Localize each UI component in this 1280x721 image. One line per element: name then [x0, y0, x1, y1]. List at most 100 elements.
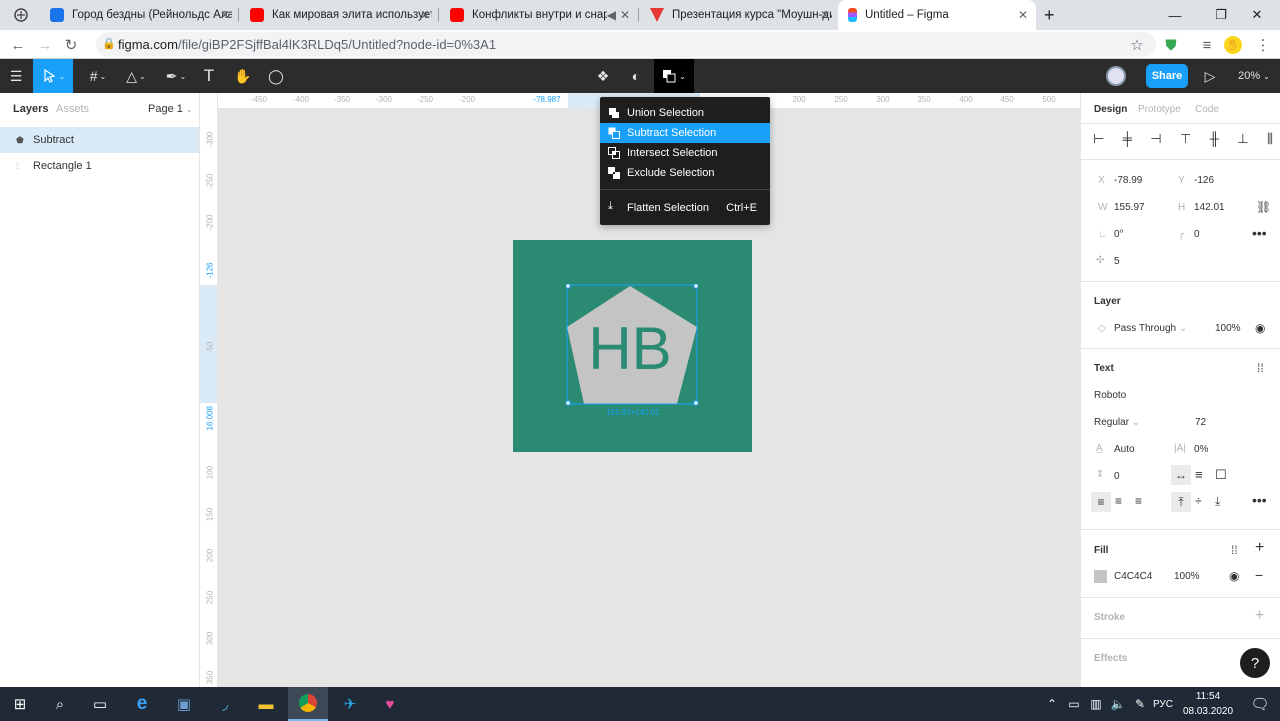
app-swoosh-icon[interactable]: ◞: [205, 687, 245, 721]
reload-icon[interactable]: ↻: [60, 34, 82, 56]
pen-icon[interactable]: ✎: [1128, 687, 1152, 721]
blend-mode-select[interactable]: Pass Through ⌄: [1114, 323, 1187, 334]
browser-tab-4[interactable]: Презентация курса "Моушн-ди ✕: [640, 0, 838, 30]
resize-handle[interactable]: [566, 400, 571, 406]
browser-menu-icon[interactable]: [0, 0, 36, 30]
zoom-level[interactable]: 20% ⌄: [1232, 59, 1276, 93]
profile-avatar[interactable]: ✋: [1224, 36, 1242, 54]
layer-row-rectangle[interactable]: ⁞ Rectangle 1: [0, 153, 199, 179]
edge-icon[interactable]: e: [122, 687, 162, 721]
main-menu-icon[interactable]: ☰: [4, 59, 28, 93]
align-left-icon[interactable]: ⊢: [1093, 131, 1104, 147]
fill-visibility-eye-icon[interactable]: ◉: [1229, 569, 1239, 583]
constrain-proportions-icon[interactable]: ⛓: [1256, 200, 1271, 214]
font-size-input[interactable]: 72: [1195, 417, 1206, 428]
rotation-input[interactable]: 0°: [1114, 229, 1124, 240]
browser-tab-1[interactable]: Город бездны (Рейнольдс Алас ✕: [40, 0, 238, 30]
battery-icon[interactable]: ▭: [1062, 687, 1086, 721]
close-tab-icon[interactable]: ✕: [820, 8, 830, 22]
resize-handle[interactable]: [693, 284, 698, 289]
align-right-icon[interactable]: ⊣: [1150, 131, 1161, 147]
layer-opacity-input[interactable]: 100%: [1215, 323, 1241, 334]
comment-tool-icon[interactable]: ◯: [265, 59, 287, 93]
hand-tool-icon[interactable]: ✋: [232, 59, 254, 93]
user-avatar[interactable]: [1104, 59, 1128, 93]
align-bottom-icon[interactable]: ⊥: [1237, 131, 1248, 147]
menu-item-intersect[interactable]: Intersect Selection: [600, 143, 770, 163]
tray-chevron-icon[interactable]: ⌃: [1040, 687, 1064, 721]
tab-assets[interactable]: Assets: [56, 103, 89, 115]
language-indicator[interactable]: РУС: [1150, 687, 1176, 721]
font-family-select[interactable]: Roboto: [1094, 390, 1126, 401]
align-top-icon[interactable]: ⊤: [1180, 131, 1191, 147]
url-field[interactable]: 🔒 figma.com/file/giBP2FSjffBal4lK3RLDq5/…: [96, 32, 1156, 57]
tab-layers[interactable]: Layers: [13, 103, 48, 115]
fill-color-swatch[interactable]: [1094, 570, 1107, 583]
menu-item-exclude[interactable]: Exclude Selection: [600, 163, 770, 183]
align-center-icon[interactable]: ╪: [1123, 131, 1132, 147]
tab-prototype[interactable]: Prototype: [1138, 104, 1181, 115]
share-button[interactable]: Share: [1146, 64, 1188, 88]
close-tab-icon[interactable]: ✕: [1018, 8, 1028, 22]
close-tab-icon[interactable]: ✕: [220, 8, 230, 22]
figma-app-icon[interactable]: ♥: [370, 687, 410, 721]
subtract-shape[interactable]: HB: [566, 284, 698, 406]
tab-code[interactable]: Code: [1195, 104, 1219, 115]
menu-item-subtract[interactable]: Subtract Selection: [600, 123, 770, 143]
network-icon[interactable]: ▥: [1084, 687, 1108, 721]
close-window-button[interactable]: ✕: [1234, 0, 1280, 30]
letter-spacing-input[interactable]: 0%: [1194, 444, 1208, 455]
radius-input[interactable]: 0: [1194, 229, 1200, 240]
line-height-input[interactable]: Auto: [1114, 444, 1135, 455]
help-button[interactable]: ?: [1240, 648, 1270, 678]
pen-tool-icon[interactable]: ✒ ⌄: [158, 59, 194, 93]
paragraph-spacing-input[interactable]: 0: [1114, 471, 1120, 482]
menu-item-flatten[interactable]: ⤓ Flatten Selection Ctrl+E: [600, 198, 770, 218]
remove-fill-icon[interactable]: −: [1255, 567, 1263, 583]
search-icon[interactable]: ⌕: [40, 687, 80, 721]
h-input[interactable]: 142.01: [1194, 202, 1225, 213]
add-fill-icon[interactable]: +: [1255, 539, 1264, 557]
x-input[interactable]: -78.99: [1114, 175, 1142, 186]
text-tool-icon[interactable]: T: [198, 59, 220, 93]
telegram-icon[interactable]: ✈: [330, 687, 370, 721]
align-text-left-icon[interactable]: ≡: [1091, 492, 1111, 512]
browser-tab-2[interactable]: Как мировая элита использует т ✕: [240, 0, 438, 30]
frame-tool-icon[interactable]: # ⌄: [80, 59, 116, 93]
shape-tool-icon[interactable]: △ ⌄: [118, 59, 154, 93]
resize-handle[interactable]: [566, 284, 571, 289]
speaker-icon[interactable]: ◀: [607, 8, 616, 22]
font-weight-select[interactable]: Regular ⌄: [1094, 417, 1140, 428]
points-input[interactable]: 5: [1114, 256, 1120, 267]
distribute-icon[interactable]: ⫼: [1267, 131, 1273, 147]
auto-height-icon[interactable]: ≡: [1195, 467, 1203, 482]
component-icon[interactable]: ❖: [592, 59, 614, 93]
w-input[interactable]: 155.97: [1114, 202, 1145, 213]
chrome-icon[interactable]: [288, 687, 328, 721]
fixed-size-icon[interactable]: ☐: [1215, 467, 1227, 483]
close-tab-icon[interactable]: ✕: [420, 8, 430, 22]
task-view-icon[interactable]: ▭: [80, 687, 120, 721]
fill-styles-icon[interactable]: ⁞⁞: [1231, 543, 1238, 557]
auto-width-icon[interactable]: ↔: [1171, 465, 1191, 485]
volume-icon[interactable]: 🔈: [1106, 687, 1130, 721]
bookmark-star-icon[interactable]: ☆: [1126, 34, 1148, 56]
shield-extension-icon[interactable]: ⛊: [1160, 34, 1182, 56]
fill-hex-input[interactable]: C4C4C4: [1114, 571, 1152, 582]
text-more-options-icon[interactable]: •••: [1252, 492, 1267, 508]
clock[interactable]: 11:54 08.03.2020: [1180, 689, 1236, 719]
move-tool-icon[interactable]: ⌄: [33, 59, 73, 93]
file-explorer-icon[interactable]: ▬: [246, 687, 286, 721]
visibility-eye-icon[interactable]: ◉: [1255, 321, 1265, 335]
mask-icon[interactable]: ◐: [625, 59, 647, 93]
align-text-bottom-icon[interactable]: ⤓: [1215, 494, 1220, 509]
new-tab-button[interactable]: +: [1040, 0, 1070, 30]
more-options-icon[interactable]: •••: [1252, 225, 1267, 241]
align-text-top-icon[interactable]: ⤒: [1171, 492, 1191, 512]
menu-item-union[interactable]: Union Selection: [600, 103, 770, 123]
forward-icon[interactable]: →: [34, 34, 56, 56]
save-app-icon[interactable]: ▣: [164, 687, 204, 721]
text-styles-icon[interactable]: ⁞⁞: [1257, 361, 1264, 375]
minimize-button[interactable]: —: [1152, 0, 1198, 30]
align-text-right-icon[interactable]: ≡: [1135, 494, 1142, 508]
